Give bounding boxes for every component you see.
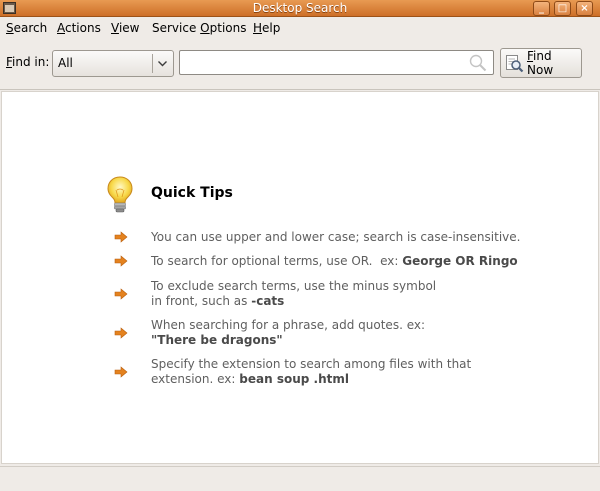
tip-text: Specify the extension to search among fi… <box>151 357 472 371</box>
arrow-right-icon <box>114 231 128 243</box>
arrow-right-icon <box>114 327 128 339</box>
find-document-icon <box>506 55 524 73</box>
quick-tips-title: Quick Tips <box>151 185 233 201</box>
tip-text: To search for optional terms, use OR. ex… <box>151 254 403 268</box>
menu-help[interactable]: Help <box>253 21 280 35</box>
scope-dropdown-divider <box>152 54 153 73</box>
window-title: Desktop Search <box>252 1 348 15</box>
tip-example: bean soup .html <box>239 372 349 386</box>
menu-service-options-prefix: Service <box>152 21 201 35</box>
menu-search-label: earch <box>13 21 48 35</box>
arrow-right-icon <box>114 366 128 378</box>
tip-text: You can use upper and lower case; search… <box>151 230 521 244</box>
tip-item: To exclude search terms, use the minus s… <box>151 279 436 309</box>
menu-view-label: iew <box>118 21 140 35</box>
tip-example: -cats <box>251 294 285 308</box>
scope-dropdown[interactable]: All <box>52 50 174 77</box>
menu-actions-mnemonic: A <box>57 21 65 35</box>
magnifier-icon <box>469 54 487 72</box>
menu-bar: Search Actions View Service Options Help <box>0 17 600 40</box>
find-in-text: ind in: <box>12 55 50 69</box>
search-toolbar: Find in: All Find Now <box>0 40 600 90</box>
arrow-right-icon <box>114 255 128 267</box>
chevron-down-icon[interactable] <box>157 58 168 69</box>
tip-text: To exclude search terms, use the minus s… <box>151 279 437 293</box>
find-in-label: Find in: <box>6 55 49 69</box>
tip-item: You can use upper and lower case; search… <box>151 230 520 245</box>
tip-text-line2: extension. ex: <box>151 372 240 386</box>
menu-search[interactable]: Search <box>6 21 47 35</box>
menu-view-mnemonic: V <box>111 21 119 35</box>
maximize-button[interactable]: □ <box>554 1 571 16</box>
tip-text: When searching for a phrase, add quotes.… <box>151 318 426 332</box>
results-pane <box>1 91 599 464</box>
arrow-right-icon <box>114 288 128 300</box>
tip-text-line2: in front, such as <box>151 294 252 308</box>
menu-actions-label: ctions <box>65 21 101 35</box>
menu-service-options[interactable]: Service Options <box>152 21 246 35</box>
lightbulb-icon <box>107 176 133 213</box>
menu-service-options-label: ptions <box>209 21 247 35</box>
close-button[interactable]: × <box>576 1 593 16</box>
menu-help-mnemonic: H <box>253 21 263 35</box>
tip-item: To search for optional terms, use OR. ex… <box>151 254 518 269</box>
tip-example: "There be dragons" <box>151 333 283 347</box>
title-bar[interactable]: Desktop Search _ □ × <box>0 0 600 17</box>
menu-service-options-mnemonic: O <box>200 21 210 35</box>
menu-view[interactable]: View <box>111 21 139 35</box>
status-bar <box>0 466 600 491</box>
menu-search-mnemonic: S <box>6 21 14 35</box>
menu-help-label: elp <box>262 21 281 35</box>
minimize-button[interactable]: _ <box>533 1 550 16</box>
tip-item: When searching for a phrase, add quotes.… <box>151 318 425 348</box>
tip-item: Specify the extension to search among fi… <box>151 357 471 387</box>
search-input[interactable] <box>179 50 494 75</box>
tip-example: George OR Ringo <box>402 254 518 268</box>
scope-dropdown-value: All <box>58 56 73 70</box>
menu-actions[interactable]: Actions <box>57 21 101 35</box>
